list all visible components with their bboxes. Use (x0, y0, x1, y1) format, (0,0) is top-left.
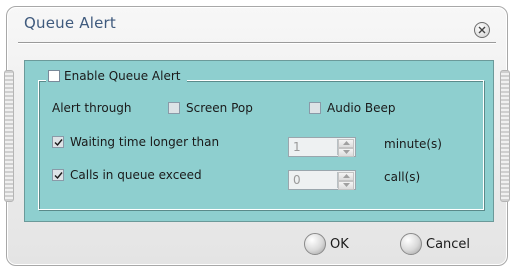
dialog-title: Queue Alert (24, 14, 116, 32)
checkmark-icon (54, 139, 63, 147)
cancel-orb-icon (400, 233, 422, 255)
title-divider (18, 42, 496, 44)
right-grip (500, 70, 510, 202)
calls-in-queue-value: 0 (293, 173, 301, 187)
spin-up-icon[interactable] (338, 172, 354, 181)
waiting-time-stepper[interactable]: 1 (288, 137, 356, 157)
calls-in-queue-stepper[interactable]: 0 (288, 170, 356, 190)
audio-beep-option[interactable]: Audio Beep (309, 101, 396, 115)
alert-through-label: Alert through (52, 101, 132, 115)
waiting-time-value: 1 (293, 140, 301, 154)
calls-in-queue-label: Calls in queue exceed (70, 168, 202, 182)
waiting-time-checkbox[interactable] (52, 136, 64, 148)
calls-in-queue-checkbox[interactable] (52, 169, 64, 181)
cancel-button[interactable]: Cancel (400, 232, 470, 256)
waiting-time-spin-arrows[interactable] (337, 139, 354, 157)
ok-button-label: OK (330, 236, 349, 252)
screen-pop-label: Screen Pop (186, 101, 253, 115)
waiting-time-option[interactable]: Waiting time longer than (52, 135, 219, 149)
left-grip (4, 70, 14, 202)
ok-button[interactable]: OK (304, 232, 349, 256)
close-icon (478, 26, 486, 34)
waiting-time-unit: minute(s) (384, 137, 442, 151)
waiting-time-label: Waiting time longer than (70, 135, 220, 149)
calls-in-queue-spin-arrows[interactable] (337, 172, 354, 190)
cancel-button-label: Cancel (426, 236, 471, 252)
ok-orb-icon (304, 233, 326, 255)
close-button[interactable] (474, 22, 490, 38)
spin-down-icon[interactable] (338, 148, 354, 157)
spin-up-icon[interactable] (338, 139, 354, 148)
audio-beep-checkbox[interactable] (309, 102, 321, 114)
enable-queue-alert-row[interactable]: Enable Queue Alert (46, 66, 187, 86)
spin-down-icon[interactable] (338, 181, 354, 190)
queue-alert-dialog: Queue Alert Enable Queue Alert Alert thr… (0, 0, 514, 271)
screen-pop-checkbox[interactable] (168, 102, 180, 114)
enable-queue-alert-label: Enable Queue Alert (64, 69, 181, 83)
audio-beep-label: Audio Beep (327, 101, 396, 115)
enable-queue-alert-checkbox[interactable] (48, 70, 60, 82)
calls-in-queue-unit: call(s) (384, 170, 421, 184)
calls-in-queue-option[interactable]: Calls in queue exceed (52, 168, 202, 182)
screen-pop-option[interactable]: Screen Pop (168, 101, 253, 115)
checkmark-icon (54, 172, 63, 180)
